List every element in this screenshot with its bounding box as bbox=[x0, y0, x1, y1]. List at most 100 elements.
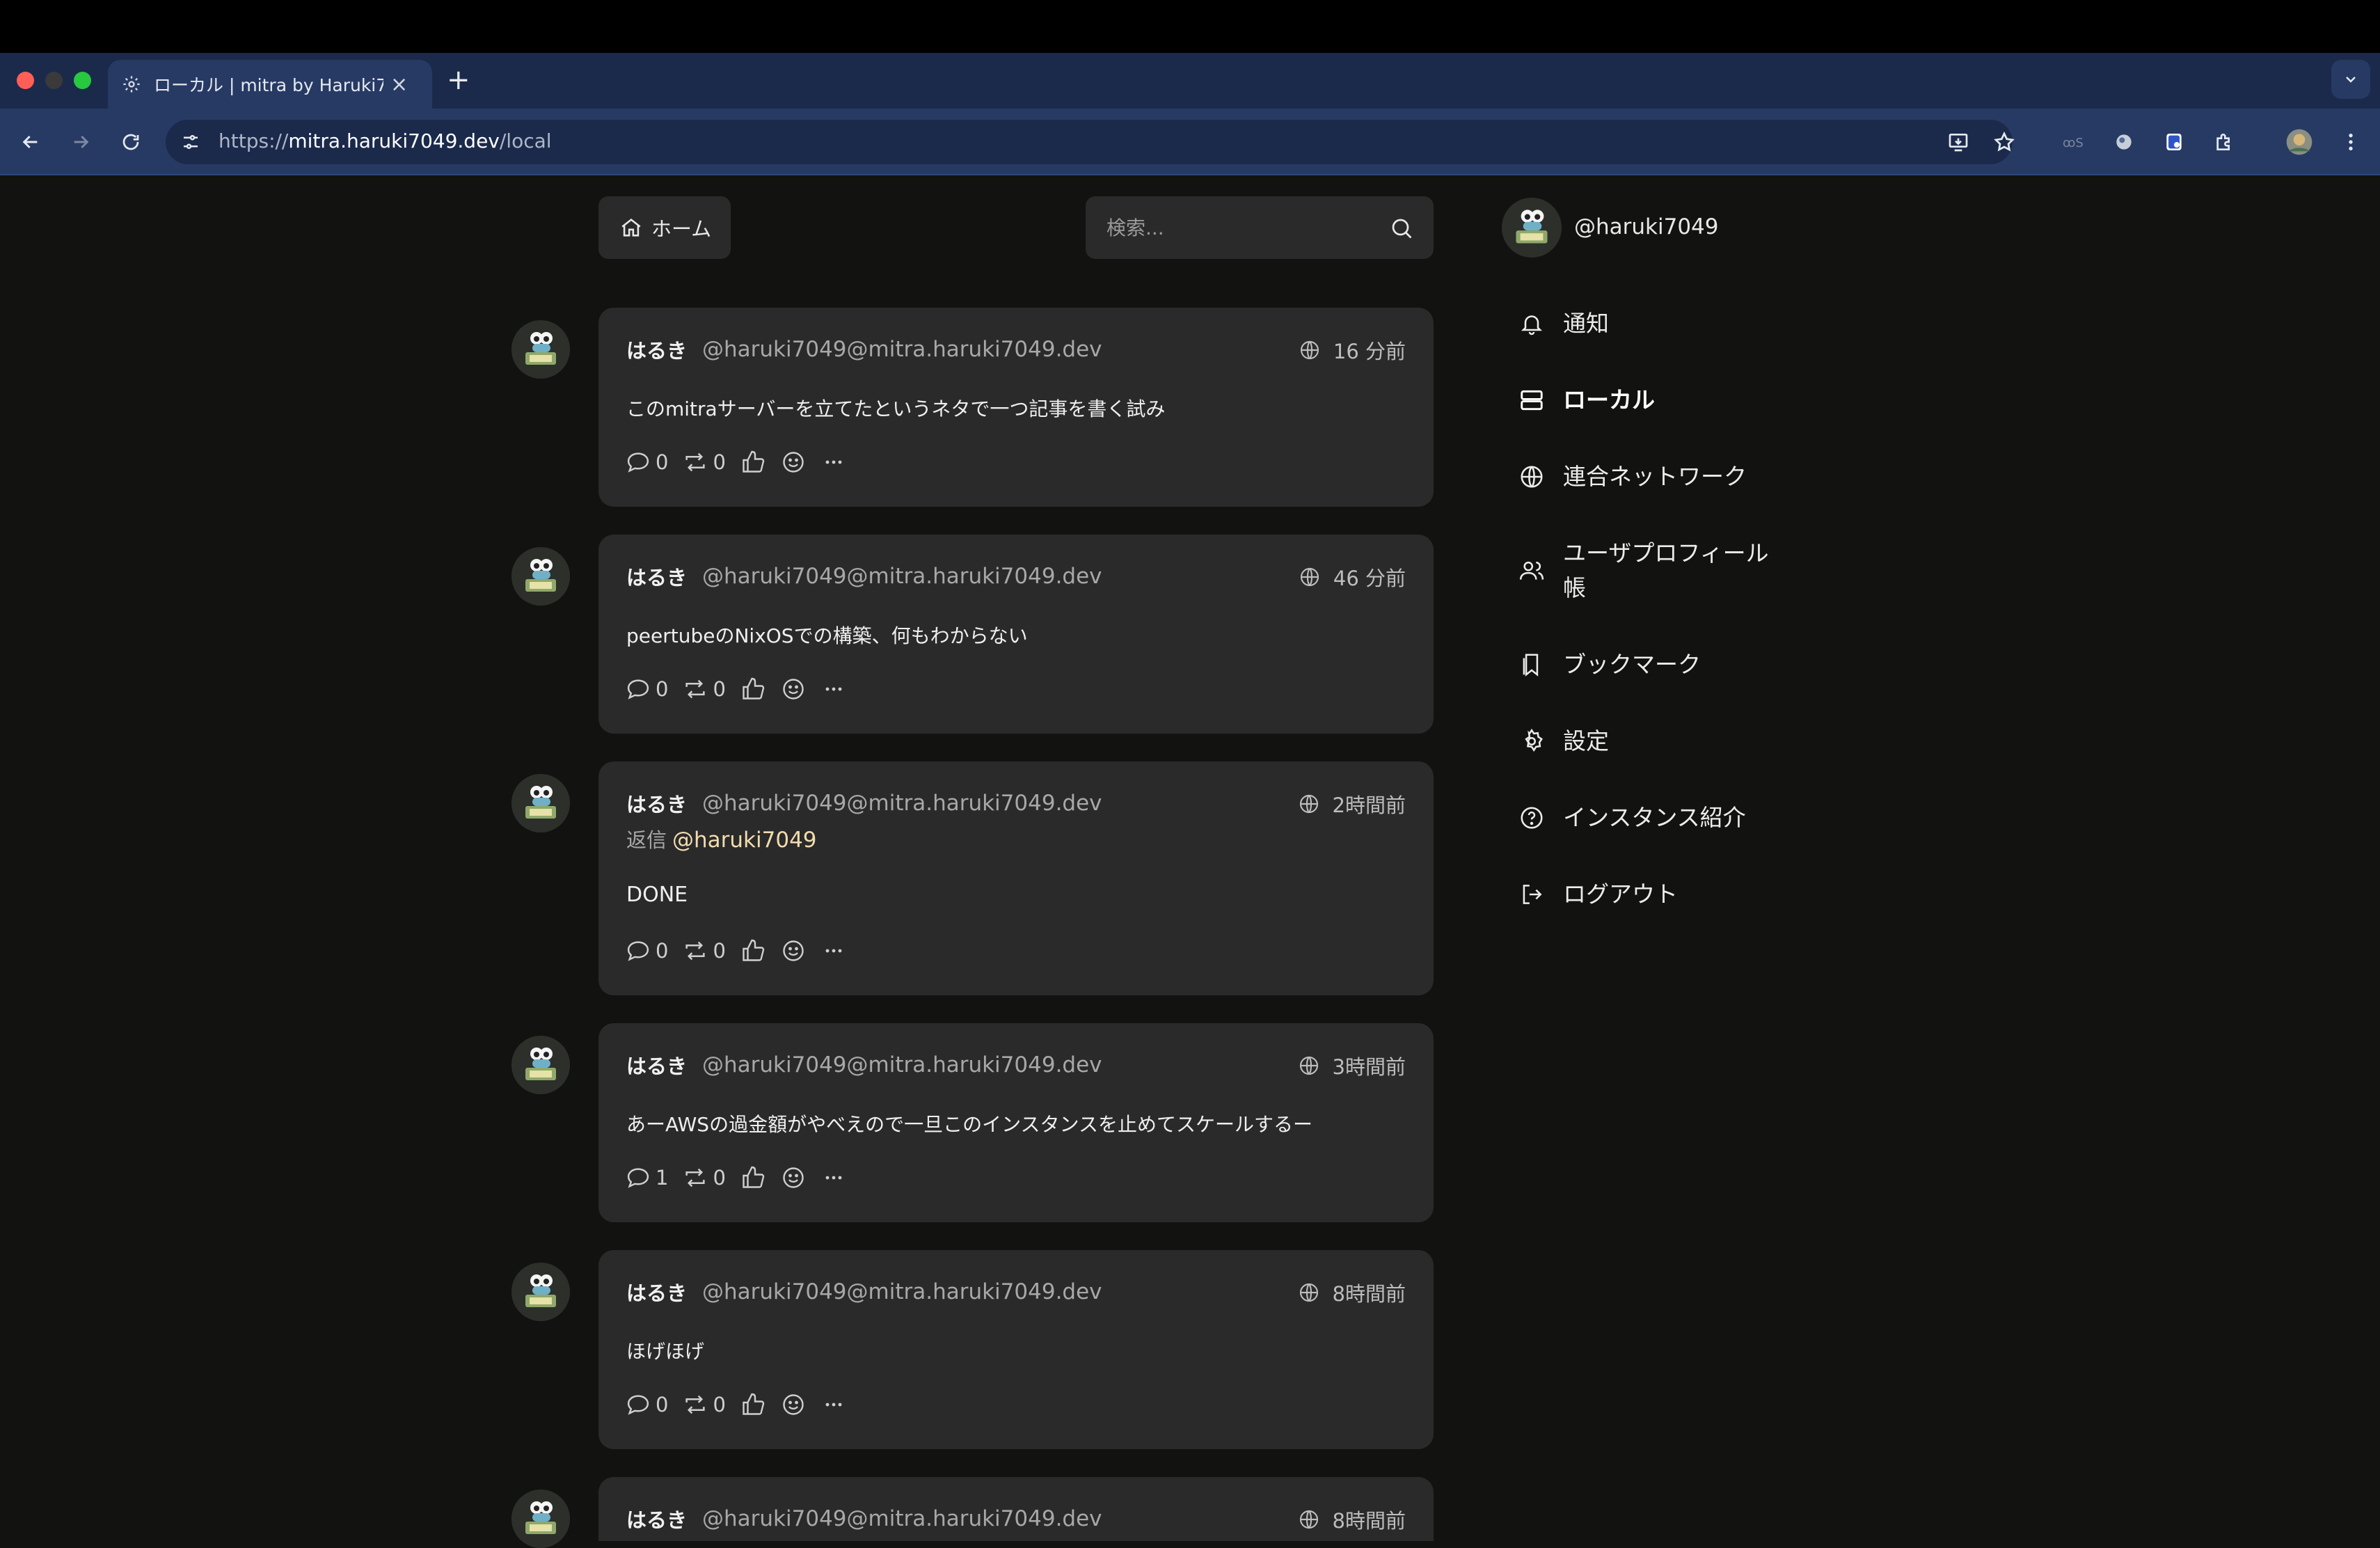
repost-button[interactable]: 0 bbox=[682, 450, 726, 474]
author-avatar[interactable] bbox=[511, 774, 570, 832]
post-card[interactable]: はるき @haruki7049@mitra.haruki7049.dev 8時間… bbox=[598, 1250, 1434, 1449]
post-author[interactable]: はるき bbox=[626, 1504, 687, 1533]
reply-button[interactable]: 0 bbox=[625, 939, 668, 963]
search-box[interactable] bbox=[1086, 196, 1434, 259]
post-time[interactable]: 2時間前 bbox=[1333, 789, 1406, 819]
post-time[interactable]: 3時間前 bbox=[1333, 1051, 1406, 1080]
search-icon[interactable] bbox=[1389, 216, 1414, 241]
like-button[interactable] bbox=[740, 677, 766, 702]
react-button[interactable] bbox=[780, 1165, 807, 1190]
browser-menu-button[interactable] bbox=[2334, 125, 2367, 159]
repost-button[interactable]: 0 bbox=[682, 1166, 726, 1190]
install-app-button[interactable] bbox=[1942, 125, 1975, 159]
post-card[interactable]: はるき @haruki7049@mitra.haruki7049.dev 46 … bbox=[598, 535, 1434, 734]
server-icon bbox=[1516, 383, 1548, 418]
post-handle[interactable]: @haruki7049@mitra.haruki7049.dev bbox=[702, 564, 1102, 589]
more-button[interactable] bbox=[820, 1392, 847, 1417]
extension-3-button[interactable] bbox=[2157, 125, 2191, 159]
like-button[interactable] bbox=[740, 1165, 766, 1190]
window-top-bar bbox=[0, 0, 2380, 53]
reload-button[interactable] bbox=[114, 125, 148, 159]
more-button[interactable] bbox=[820, 450, 847, 475]
author-avatar[interactable] bbox=[511, 1490, 570, 1548]
sidebar-item-profile-directory[interactable]: ユーザプロフィール 帳 bbox=[1516, 536, 1769, 606]
reply-button[interactable]: 0 bbox=[625, 1393, 668, 1416]
arrow-right-icon bbox=[74, 135, 89, 149]
post-author[interactable]: はるき bbox=[626, 1277, 687, 1306]
reply-button[interactable]: 0 bbox=[625, 450, 668, 474]
forward-button[interactable] bbox=[64, 125, 97, 159]
sidebar-item-federated[interactable]: 連合ネットワーク bbox=[1516, 459, 1747, 494]
react-button[interactable] bbox=[780, 450, 807, 475]
more-button[interactable] bbox=[820, 938, 847, 963]
like-button[interactable] bbox=[740, 938, 766, 963]
reply-mention-link[interactable]: @haruki7049 bbox=[672, 828, 817, 853]
post-handle[interactable]: @haruki7049@mitra.haruki7049.dev bbox=[702, 1506, 1102, 1531]
home-button[interactable]: ホーム bbox=[598, 196, 731, 259]
current-user-handle[interactable]: @haruki7049 bbox=[1574, 214, 1719, 239]
post-time[interactable]: 46 分前 bbox=[1333, 562, 1406, 592]
post-card[interactable]: はるき @haruki7049@mitra.haruki7049.dev 3時間… bbox=[598, 1023, 1434, 1222]
sidebar-item-bookmarks[interactable]: ブックマーク bbox=[1516, 647, 1701, 682]
gear-icon bbox=[1516, 724, 1548, 759]
post-card[interactable]: はるき @haruki7049@mitra.haruki7049.dev 2時間… bbox=[598, 761, 1434, 995]
post-author[interactable]: はるき bbox=[626, 1050, 687, 1080]
like-button[interactable] bbox=[740, 450, 766, 475]
current-user-avatar[interactable] bbox=[1502, 198, 1562, 258]
post-body: DONE bbox=[626, 883, 688, 907]
extensions-button[interactable] bbox=[2207, 125, 2241, 159]
site-info-button[interactable] bbox=[174, 125, 207, 159]
browser-tab-active[interactable]: ローカル | mitra by Haruki7049 × bbox=[108, 60, 432, 109]
sidebar-item-local[interactable]: ローカル bbox=[1516, 383, 1655, 418]
reply-button[interactable]: 1 bbox=[625, 1166, 668, 1190]
react-button[interactable] bbox=[780, 677, 807, 702]
reply-count: 1 bbox=[656, 1166, 669, 1190]
post-author[interactable]: はるき bbox=[626, 335, 687, 364]
post-author[interactable]: はるき bbox=[626, 562, 687, 591]
sidebar-item-about-instance[interactable]: インスタンス紹介 bbox=[1516, 800, 1746, 835]
like-button[interactable] bbox=[740, 1392, 766, 1417]
more-button[interactable] bbox=[820, 1165, 847, 1190]
react-button[interactable] bbox=[780, 1392, 807, 1417]
author-avatar[interactable] bbox=[511, 1036, 570, 1094]
post-time[interactable]: 16 分前 bbox=[1333, 335, 1406, 365]
sidebar-item-logout[interactable]: ログアウト bbox=[1516, 877, 1678, 912]
back-button[interactable] bbox=[14, 125, 47, 159]
more-button[interactable] bbox=[820, 677, 847, 702]
sidebar-item-notifications[interactable]: 通知 bbox=[1516, 306, 1609, 341]
reply-button[interactable]: 0 bbox=[625, 677, 668, 701]
post-handle[interactable]: @haruki7049@mitra.haruki7049.dev bbox=[702, 1279, 1102, 1304]
react-button[interactable] bbox=[780, 938, 807, 963]
post-time[interactable]: 8時間前 bbox=[1333, 1505, 1406, 1534]
bookmark-star-button[interactable] bbox=[1988, 125, 2021, 159]
emoji-icon bbox=[783, 1394, 804, 1415]
url-text[interactable]: https://mitra.haruki7049.dev/local bbox=[219, 129, 552, 152]
tab-search-button[interactable] bbox=[2331, 60, 2370, 99]
author-avatar[interactable] bbox=[511, 320, 570, 379]
post-handle[interactable]: @haruki7049@mitra.haruki7049.dev bbox=[702, 337, 1102, 362]
post-time[interactable]: 8時間前 bbox=[1333, 1278, 1406, 1307]
maximize-window-button[interactable] bbox=[74, 72, 91, 89]
author-avatar[interactable] bbox=[511, 547, 570, 606]
search-input[interactable] bbox=[1106, 212, 1371, 244]
post-card[interactable]: はるき @haruki7049@mitra.haruki7049.dev 16 … bbox=[598, 308, 1434, 507]
sidebar-item-settings[interactable]: 設定 bbox=[1516, 724, 1609, 759]
post-card[interactable]: はるき @haruki7049@mitra.haruki7049.dev 8時間… bbox=[598, 1477, 1434, 1541]
extension-1-button[interactable]: ꝏS bbox=[2057, 125, 2091, 159]
repost-button[interactable]: 0 bbox=[682, 677, 726, 701]
new-tab-button[interactable]: + bbox=[447, 63, 470, 97]
post-author[interactable]: はるき bbox=[626, 789, 687, 818]
globe-icon bbox=[1299, 1510, 1318, 1529]
repost-button[interactable]: 0 bbox=[682, 1393, 726, 1416]
post-handle[interactable]: @haruki7049@mitra.haruki7049.dev bbox=[702, 791, 1102, 816]
repost-button[interactable]: 0 bbox=[682, 939, 726, 963]
globe-icon bbox=[1300, 340, 1319, 360]
minimize-window-button[interactable] bbox=[45, 72, 63, 89]
tab-close-icon[interactable]: × bbox=[390, 72, 408, 97]
extension-2-button[interactable] bbox=[2107, 125, 2141, 159]
sidebar-item-label: 設定 bbox=[1563, 727, 1609, 755]
close-window-button[interactable] bbox=[17, 72, 34, 89]
profile-button[interactable] bbox=[2283, 125, 2316, 159]
post-handle[interactable]: @haruki7049@mitra.haruki7049.dev bbox=[702, 1052, 1102, 1077]
author-avatar[interactable] bbox=[511, 1263, 570, 1321]
